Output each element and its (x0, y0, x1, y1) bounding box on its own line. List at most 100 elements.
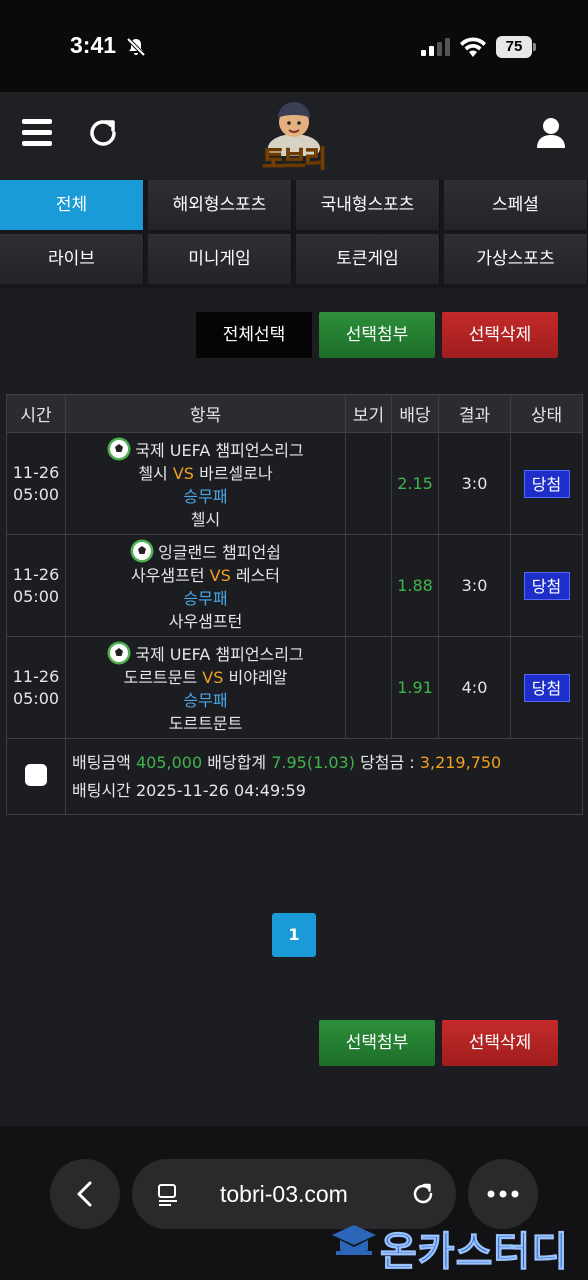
match-line: 첼시 VS 바르셀로나 (66, 462, 345, 485)
category-tabs: 전체 해외형스포츠 국내형스포츠 스페셜 라이브 미니게임 토큰게임 가상스포츠 (0, 180, 588, 288)
col-header-item: 항목 (65, 394, 346, 433)
site-logo[interactable]: 토브리 (252, 96, 336, 176)
odds-cell: 1.91 (391, 636, 439, 739)
picked-team: 도르트문트 (168, 713, 243, 733)
col-header-status: 상태 (510, 394, 583, 433)
tab-token-game[interactable]: 토큰게임 (296, 234, 440, 284)
tab-all[interactable]: 전체 (0, 180, 144, 230)
tab-special[interactable]: 스페셜 (444, 180, 588, 230)
away-team: 바르셀로나 (199, 463, 273, 483)
status-bar: 3:41 75 (0, 0, 588, 92)
page-menu-icon[interactable] (156, 1183, 180, 1207)
logo-text: 토브리 (262, 145, 327, 174)
chevron-left-icon (77, 1181, 92, 1207)
tab-domestic-sports[interactable]: 국내형스포츠 (296, 180, 440, 230)
status-badge: 당첨 (523, 571, 570, 600)
user-icon[interactable] (535, 116, 567, 150)
graduation-cap-icon (332, 1225, 376, 1255)
select-all-button[interactable]: 전체선택 (196, 312, 312, 358)
bet-item-cell: 국제 UEFA 챔피언스리그 첼시 VS 바르셀로나 승무패 첼시 (65, 432, 346, 535)
select-cell (6, 738, 66, 815)
status-cell: 당첨 (510, 636, 583, 739)
league-line: 국제 UEFA 챔피언스리그 (66, 641, 345, 666)
league-name: 잉글랜드 챔피언쉽 (158, 542, 281, 562)
status-badge: 당첨 (523, 469, 570, 498)
vs-label: VS (202, 667, 224, 687)
tab-virtual-sports[interactable]: 가상스포츠 (444, 234, 588, 284)
delete-selected-button[interactable]: 선택삭제 (442, 312, 558, 358)
soccer-ball-icon (107, 437, 131, 460)
result-cell: 3:0 (438, 432, 511, 535)
league-name: 국제 UEFA 챔피언스리그 (135, 440, 304, 460)
home-team: 도르트문트 (123, 667, 198, 687)
bet-amount-label: 배팅금액 (72, 752, 131, 772)
market-type: 승무패 (183, 690, 228, 710)
page-button-current[interactable]: 1 (272, 913, 316, 957)
soccer-ball-icon (130, 539, 154, 562)
home-team: 사우샘프턴 (130, 565, 205, 585)
result-cell: 3:0 (438, 534, 511, 637)
status-cell: 당첨 (510, 432, 583, 535)
vs-label: VS (209, 565, 231, 585)
bet-amount: 405,000 (135, 752, 203, 772)
away-team: 레스터 (235, 565, 281, 585)
bet-time: 05:00 (12, 484, 60, 504)
table-row: 11-26 05:00 잉글랜드 챔피언쉽 사우샘프턴 VS 레스터 승무패 사… (6, 534, 583, 637)
view-cell (345, 636, 392, 739)
picked-team: 첼시 (190, 509, 221, 529)
result-cell: 4:0 (438, 636, 511, 739)
refresh-icon[interactable] (86, 116, 120, 150)
summary-line-2: 배팅시간 2025-11-26 04:49:59 (72, 777, 582, 805)
tab-live[interactable]: 라이브 (0, 234, 144, 284)
table-row: 11-26 05:00 국제 UEFA 챔피언스리그 도르트문트 VS 비야레알… (6, 636, 583, 739)
attach-selected-button[interactable]: 선택첨부 (319, 312, 435, 358)
tab-overseas-sports[interactable]: 해외형스포츠 (148, 180, 292, 230)
league-name: 국제 UEFA 챔피언스리그 (135, 644, 304, 664)
bet-time-label: 배팅시간 (72, 780, 131, 800)
table-header-row: 시간 항목 보기 배당 결과 상태 (6, 394, 583, 433)
table-row: 11-26 05:00 국제 UEFA 챔피언스리그 첼시 VS 바르셀로나 승… (6, 432, 583, 535)
bet-time-cell: 11-26 05:00 (6, 432, 66, 535)
status-time: 3:41 (70, 32, 117, 58)
col-header-odds: 배당 (391, 394, 439, 433)
bet-summary: 배팅금액 405,000 배당합계 7.95(1.03) 당첨금 : 3,219… (65, 738, 583, 815)
watermark-text: 온카스터디 (380, 1229, 569, 1276)
watermark: 온카스터디 (330, 1217, 582, 1276)
market-type: 승무패 (183, 486, 228, 506)
browser-back-button[interactable] (50, 1159, 120, 1229)
bet-time-cell: 11-26 05:00 (6, 534, 66, 637)
bet-datetime: 2025-11-26 04:49:59 (135, 780, 306, 800)
cellular-signal-icon (421, 38, 450, 56)
odds-cell: 2.15 (391, 432, 439, 535)
bet-item-cell: 잉글랜드 챔피언쉽 사우샘프턴 VS 레스터 승무패 사우샘프턴 (65, 534, 346, 637)
market-type: 승무패 (183, 588, 228, 608)
status-badge: 당첨 (523, 673, 570, 702)
match-line: 도르트문트 VS 비야레알 (66, 666, 345, 689)
bet-time: 05:00 (12, 688, 60, 708)
bell-muted-icon (126, 37, 146, 57)
bet-time: 05:00 (12, 586, 60, 606)
hamburger-menu-icon[interactable] (22, 119, 52, 147)
status-cell: 당첨 (510, 534, 583, 637)
away-team: 비야레알 (228, 667, 288, 687)
tab-mini-game[interactable]: 미니게임 (148, 234, 292, 284)
odds-cell: 1.88 (391, 534, 439, 637)
total-odds-label: 배당합계 (207, 752, 267, 772)
bet-summary-row: 배팅금액 405,000 배당합계 7.95(1.03) 당첨금 : 3,219… (6, 738, 583, 815)
attach-selected-button-bottom[interactable]: 선택첨부 (319, 1020, 435, 1066)
bet-item-cell: 국제 UEFA 챔피언스리그 도르트문트 VS 비야레알 승무패 도르트문트 (65, 636, 346, 739)
bet-date: 11-26 (12, 564, 60, 584)
bet-date: 11-26 (12, 462, 60, 482)
delete-selected-button-bottom[interactable]: 선택삭제 (442, 1020, 558, 1066)
picked-team: 사우샘프턴 (168, 611, 243, 631)
win-amount: 3,219,750 (419, 752, 502, 772)
match-line: 사우샘프턴 VS 레스터 (66, 564, 345, 587)
col-header-time: 시간 (6, 394, 66, 433)
bet-select-checkbox[interactable] (25, 763, 47, 786)
vs-label: VS (172, 463, 194, 483)
league-line: 국제 UEFA 챔피언스리그 (66, 437, 345, 462)
reload-icon[interactable] (410, 1181, 436, 1207)
battery-icon: 75 (496, 36, 536, 58)
url-text: tobri-03.com (220, 1181, 348, 1207)
more-dots-icon (487, 1190, 519, 1198)
